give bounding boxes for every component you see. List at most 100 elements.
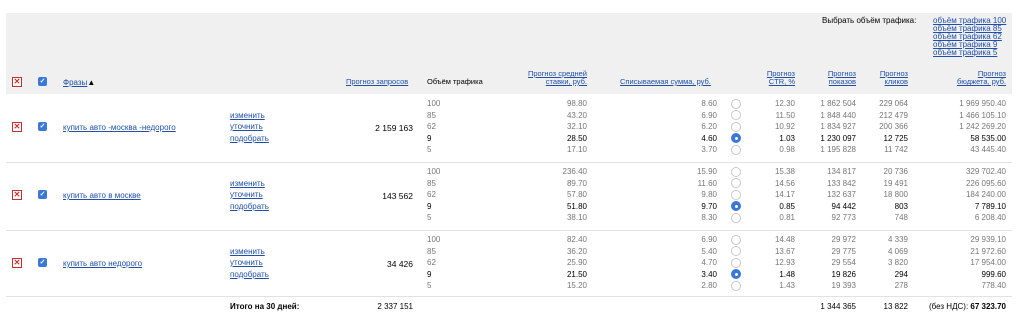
budget-value: 7 789.10: [974, 201, 1006, 211]
refine-link[interactable]: уточнить: [230, 190, 263, 199]
traffic-radio[interactable]: [731, 257, 741, 268]
totals-impressions: 1 344 365: [820, 302, 856, 311]
bid-value: 32.10: [566, 122, 587, 131]
charged-value: 8.30: [701, 213, 717, 222]
traffic-radio[interactable]: [731, 121, 741, 132]
refine-link[interactable]: уточнить: [230, 258, 263, 267]
budget-value: 1 466 105.10: [959, 110, 1006, 120]
budget-value: 21 972.60: [970, 246, 1006, 256]
totals-budget-prefix: (без НДС):: [928, 302, 969, 311]
phrase-checkbox[interactable]: ✓: [38, 122, 47, 131]
group-divider: [6, 162, 1012, 163]
budget-value: 184 240.00: [965, 190, 1006, 199]
traffic-radio[interactable]: [731, 201, 741, 211]
phrase-checkbox[interactable]: ✓: [38, 190, 47, 199]
budget-header[interactable]: Прогноз бюджета, руб.: [957, 70, 1006, 86]
impressions-header[interactable]: Прогноз показов: [828, 70, 856, 86]
clicks-header[interactable]: Прогноз кликов: [880, 70, 908, 86]
pick-link[interactable]: подобрать: [230, 270, 269, 279]
ctr-value: 0.81: [779, 213, 795, 222]
charged-value: 5.40: [701, 246, 717, 256]
budget-value: 1 242 269.20: [959, 122, 1006, 131]
traffic-radio[interactable]: [731, 110, 741, 120]
traffic-level: 5: [427, 213, 432, 222]
select-all-checkbox[interactable]: ✓: [38, 77, 47, 86]
ctr-value: 11.50: [775, 110, 795, 120]
change-link[interactable]: изменить: [230, 111, 265, 120]
phrase-checkbox[interactable]: ✓: [38, 258, 47, 267]
charged-header[interactable]: Списываемая сумма, руб.: [620, 78, 711, 86]
bid-header[interactable]: Прогноз средней ставки, руб.: [528, 70, 587, 86]
charged-value: 9.80: [701, 190, 717, 199]
remove-phrase-icon[interactable]: ✕: [12, 122, 22, 132]
charged-value: 9.70: [701, 201, 717, 211]
phrases-header-label[interactable]: Фразы: [63, 78, 87, 87]
traffic-level: 5: [427, 281, 432, 290]
clicks-value: 12 725: [883, 133, 908, 143]
ctr-value: 14.17: [774, 190, 795, 199]
ctr-header[interactable]: Прогноз CTR, %: [767, 70, 795, 86]
traffic-radio[interactable]: [731, 98, 741, 109]
charged-value: 6.90: [701, 235, 717, 244]
requests-header[interactable]: Прогноз запросов: [346, 78, 408, 86]
traffic-radio[interactable]: [731, 178, 741, 188]
traffic-radio[interactable]: [731, 269, 741, 279]
traffic-radio[interactable]: [731, 212, 741, 223]
ctr-value: 12.93: [774, 258, 795, 267]
clicks-value: 748: [894, 213, 908, 222]
pick-link[interactable]: подобрать: [230, 134, 269, 143]
remove-phrase-icon[interactable]: ✕: [12, 190, 22, 200]
clicks-value: 229 064: [879, 99, 908, 108]
change-link[interactable]: изменить: [230, 179, 265, 188]
phrase-link[interactable]: купить авто в москве: [63, 191, 141, 200]
traffic-level: 85: [427, 110, 436, 120]
clicks-value: 278: [894, 281, 908, 290]
traffic-radio[interactable]: [731, 234, 741, 245]
remove-all-icon[interactable]: ✕: [12, 77, 22, 87]
ctr-value: 13.67: [774, 246, 795, 256]
bid-value: 17.10: [566, 145, 587, 154]
ctr-value: 14.56: [774, 178, 795, 188]
ctr-value: 14.48: [774, 235, 795, 244]
clicks-value: 20 736: [883, 167, 908, 176]
budget-value: 999.60: [981, 269, 1006, 279]
impressions-header-line2: показов: [828, 77, 856, 86]
traffic-level: 62: [427, 190, 436, 199]
pick-link[interactable]: подобрать: [230, 202, 269, 211]
remove-phrase-icon[interactable]: ✕: [12, 258, 22, 268]
bid-value: 89.70: [566, 178, 587, 188]
budget-value: 778.40: [981, 281, 1006, 290]
budget-value: 1 969 950.40: [959, 99, 1006, 108]
charged-value: 6.90: [701, 110, 717, 120]
change-link[interactable]: изменить: [230, 247, 265, 256]
phrase-link[interactable]: купить авто -москва -недорого: [63, 123, 176, 132]
ctr-value: 1.03: [779, 133, 795, 143]
totals-budget: (без НДС): 67 323.70: [929, 302, 1006, 311]
phrase-requests: 2 159 163: [375, 123, 413, 133]
traffic-radio[interactable]: [731, 246, 741, 256]
traffic-option-5[interactable]: объём трафика 5: [933, 48, 997, 57]
impressions-value: 133 842: [827, 178, 856, 188]
bid-value: 21.50: [566, 269, 587, 279]
sort-phrases-header[interactable]: Фразы▲: [63, 78, 95, 87]
charged-value: 6.20: [701, 122, 717, 131]
traffic-radio[interactable]: [731, 166, 741, 177]
budget-value: 6 208.40: [974, 213, 1006, 222]
impressions-value: 29 775: [831, 246, 856, 256]
traffic-radio[interactable]: [731, 280, 741, 291]
traffic-radio[interactable]: [731, 144, 741, 155]
charged-value: 4.60: [701, 133, 717, 143]
budget-header-line2: бюджета, руб.: [956, 77, 1006, 86]
clicks-value: 11 742: [884, 145, 908, 154]
ctr-header-line2: CTR, %: [768, 77, 795, 86]
ctr-value: 10.92: [774, 122, 795, 131]
phrase-link[interactable]: купить авто недорого: [63, 259, 142, 268]
traffic-radio[interactable]: [731, 189, 741, 200]
bid-value: 15.20: [566, 281, 587, 290]
refine-link[interactable]: уточнить: [230, 122, 263, 131]
traffic-level: 9: [427, 133, 432, 143]
clicks-header-line2: кликов: [884, 77, 908, 86]
traffic-radio[interactable]: [731, 133, 741, 143]
bid-value: 51.80: [566, 201, 587, 211]
clicks-value: 294: [894, 269, 908, 279]
